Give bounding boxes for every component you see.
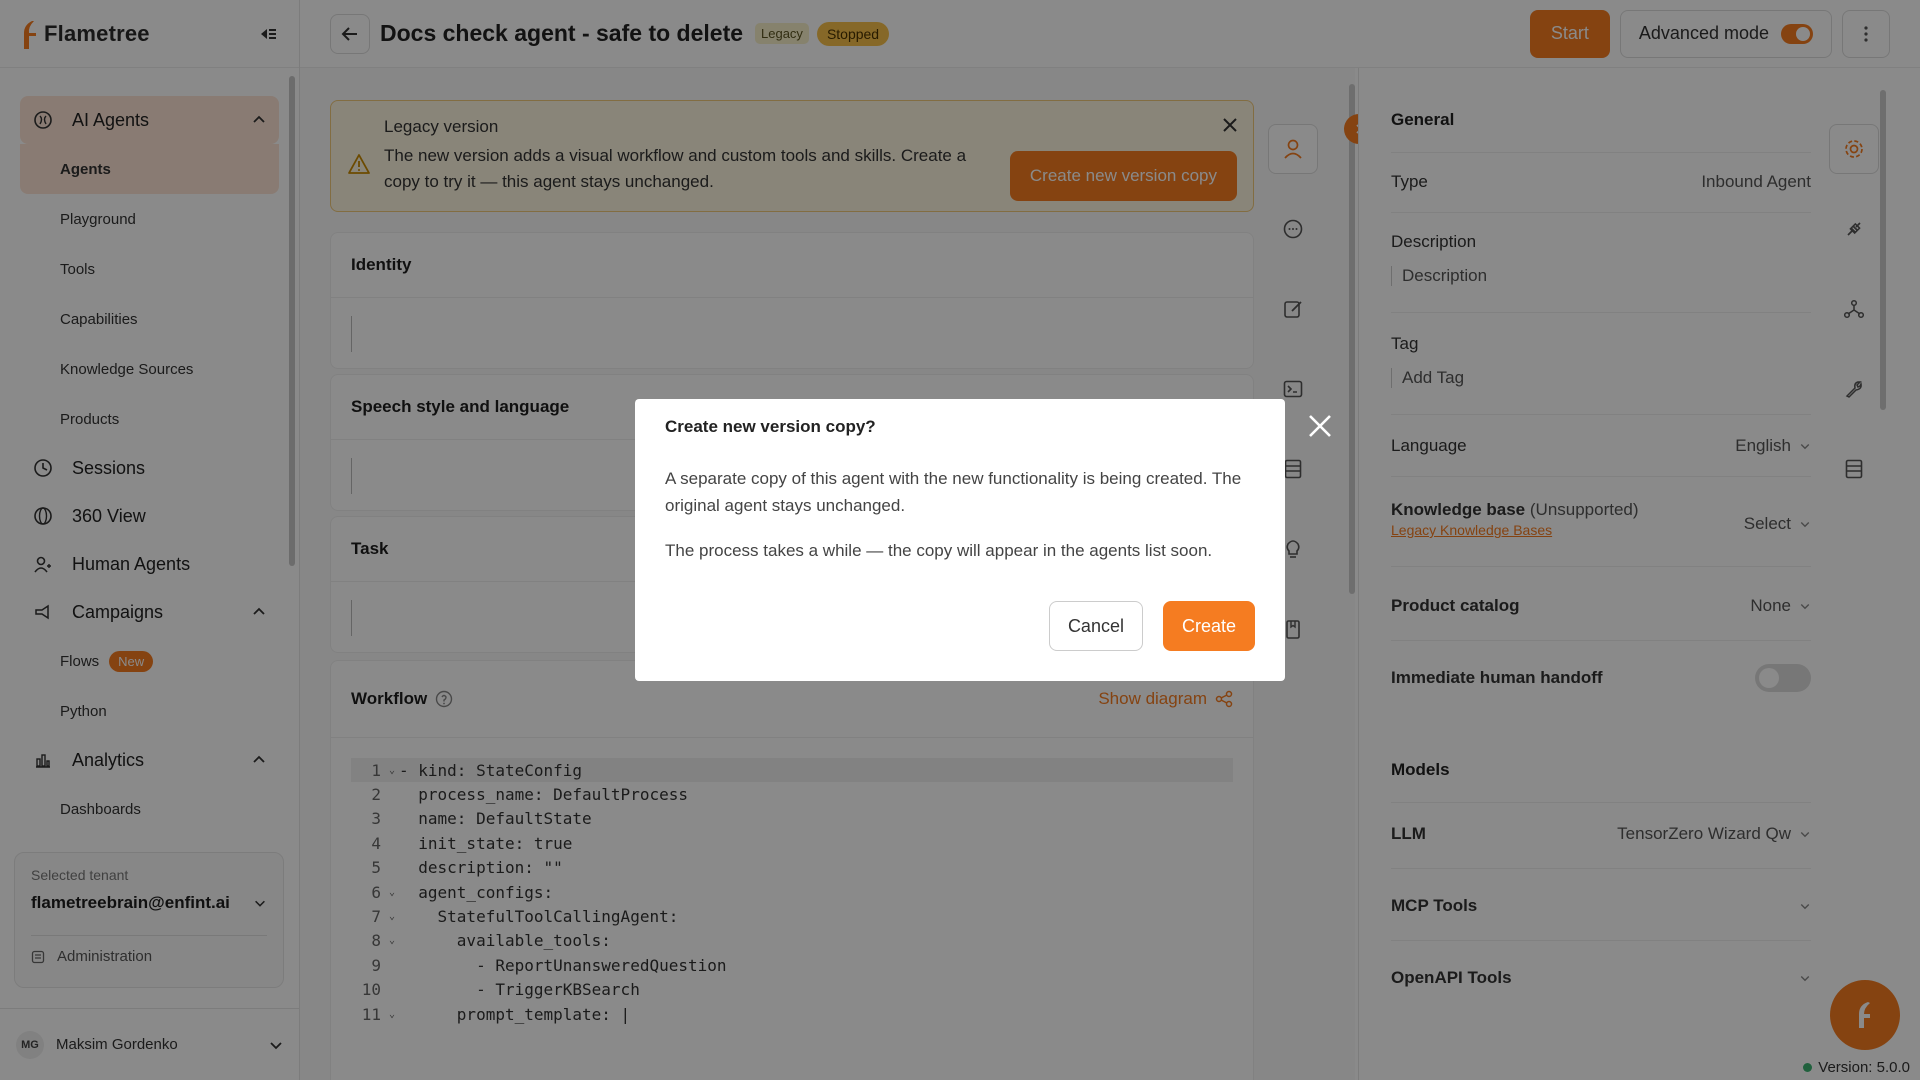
cancel-button[interactable]: Cancel <box>1048 601 1143 651</box>
dialog-body: A separate copy of this agent with the n… <box>665 465 1255 564</box>
close-icon[interactable] <box>1304 410 1336 442</box>
create-version-dialog: Create new version copy? A separate copy… <box>635 399 1285 681</box>
dialog-paragraph: A separate copy of this agent with the n… <box>665 469 1242 515</box>
dialog-actions: Cancel Create <box>1048 601 1255 651</box>
create-button[interactable]: Create <box>1162 601 1255 651</box>
dialog-title: Create new version copy? <box>665 417 876 436</box>
dialog-paragraph: The process takes a while — the copy wil… <box>665 541 1213 560</box>
